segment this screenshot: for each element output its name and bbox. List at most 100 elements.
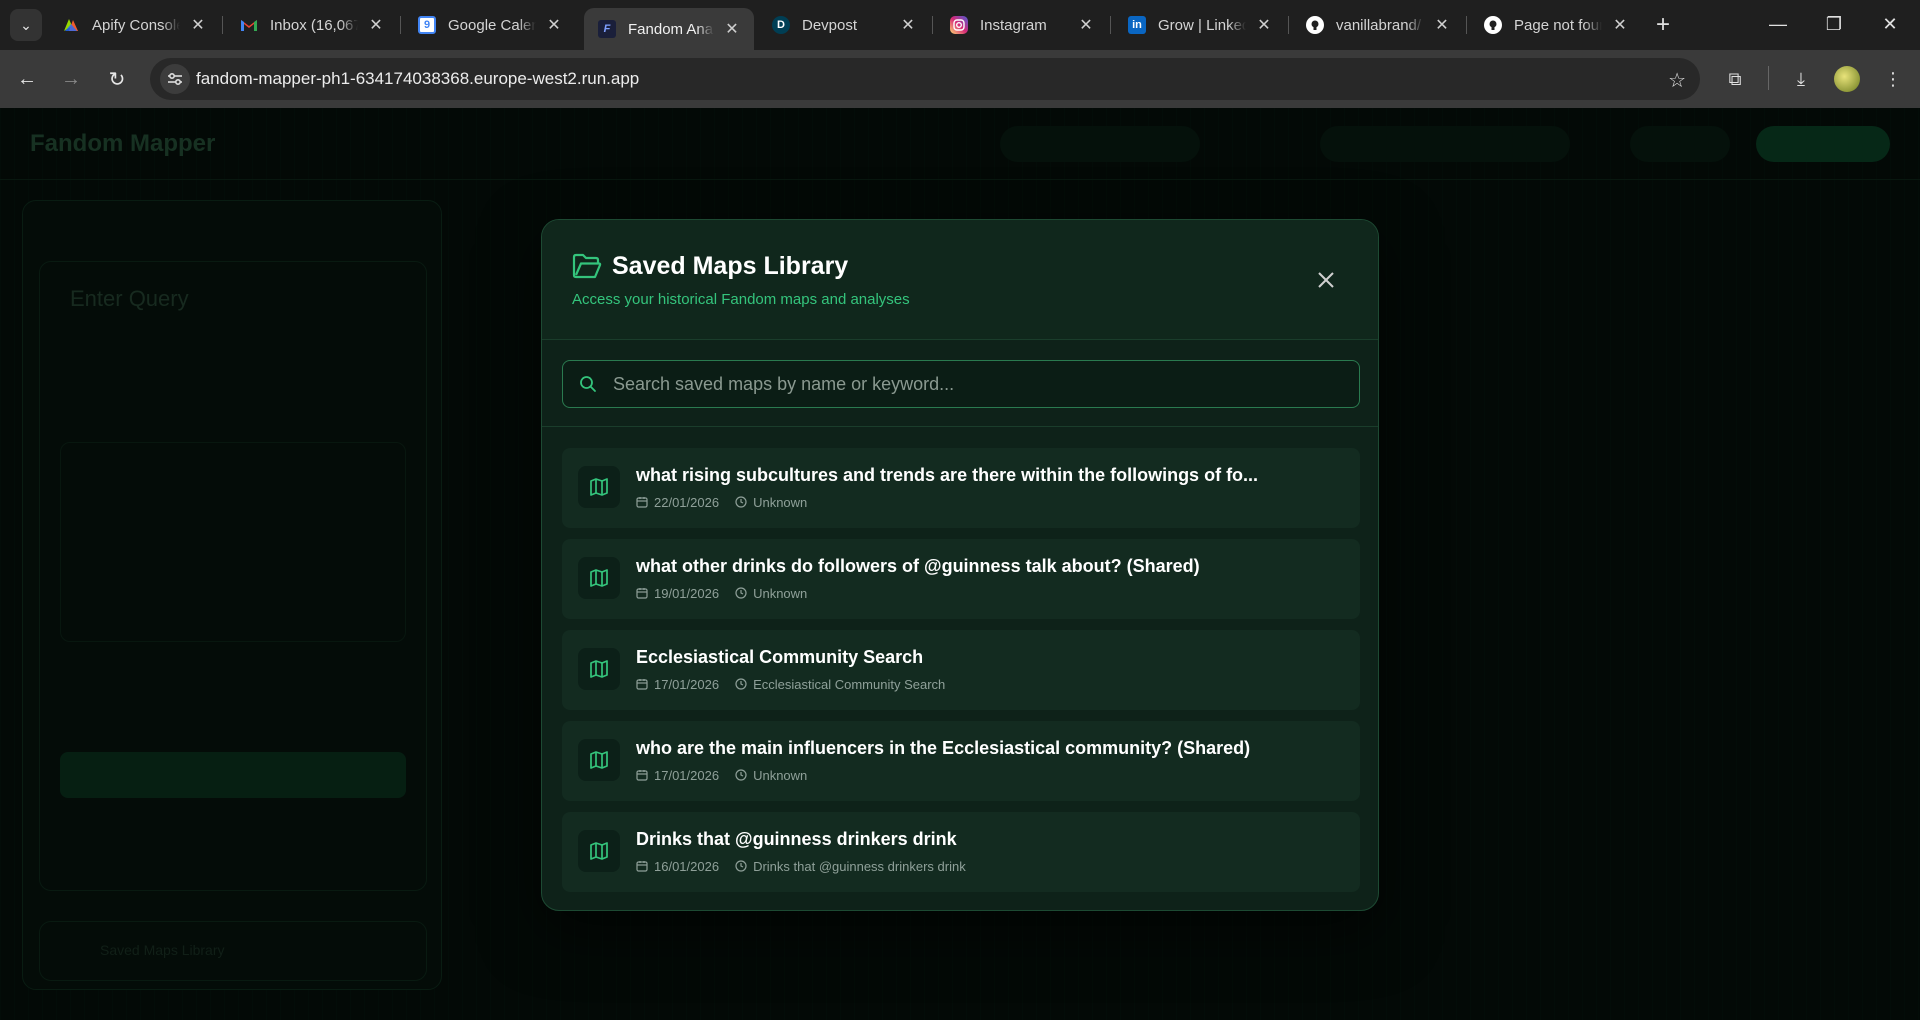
calendar-icon	[636, 770, 648, 781]
github-icon	[1484, 16, 1502, 34]
item-source: Ecclesiastical Community Search	[753, 676, 946, 692]
item-date: 22/01/2026	[654, 494, 720, 510]
tab-title: Apify Console	[92, 16, 180, 34]
tab-github-repo[interactable]: vanillabrand/ ✕	[1292, 8, 1464, 42]
chevron-down-icon: ⌄	[20, 16, 32, 33]
modal-title: Saved Maps Library	[612, 252, 849, 280]
close-modal-button[interactable]	[1314, 268, 1338, 292]
item-title: who are the main influencers in the Eccl…	[636, 738, 1251, 758]
tab-calendar[interactable]: 9 Google Calendar ✕	[404, 8, 576, 42]
arrow-right-icon: →	[61, 67, 81, 90]
tab-apify[interactable]: Apify Console ✕	[48, 8, 220, 42]
clock-icon	[735, 678, 747, 690]
tab-title: Instagram	[980, 16, 1047, 34]
close-icon: ✕	[1882, 13, 1898, 34]
clock-icon	[735, 860, 747, 872]
close-icon[interactable]: ✕	[1610, 15, 1630, 35]
github-icon	[1306, 16, 1324, 34]
close-icon[interactable]: ✕	[366, 15, 386, 35]
list-divider	[542, 426, 1378, 427]
plus-icon: +	[1655, 11, 1670, 38]
list-item[interactable]: what other drinks do followers of @guinn…	[562, 539, 1360, 619]
item-title: Drinks that @guinness drinkers drink	[636, 829, 957, 849]
list-item[interactable]: what rising subcultures and trends are t…	[562, 448, 1360, 528]
browser-tabstrip: ⌄ Apify Console ✕ Inbox (16,067) ✕ 9 Goo…	[0, 0, 1920, 50]
search-input[interactable]	[613, 361, 1343, 407]
item-date: 19/01/2026	[654, 585, 720, 601]
close-icon[interactable]: ✕	[188, 15, 208, 35]
modal-header: Saved Maps Library Access your historica…	[542, 220, 1378, 340]
close-window-button[interactable]: ✕	[1862, 0, 1918, 48]
puzzle-icon: ⧉	[1728, 68, 1742, 89]
tune-icon	[168, 72, 182, 86]
linkedin-icon: in	[1128, 16, 1146, 34]
item-meta: 17/01/2026 Unknown	[636, 767, 807, 783]
extensions-button[interactable]: ⧉	[1720, 64, 1750, 94]
map-icon	[578, 466, 620, 508]
tab-instagram[interactable]: Instagram ✕	[936, 8, 1108, 42]
list-item[interactable]: Drinks that @guinness drinkers drink 16/…	[562, 812, 1360, 892]
profile-avatar[interactable]	[1834, 66, 1860, 92]
tab-gmail[interactable]: Inbox (16,067) ✕	[226, 8, 398, 42]
search-icon	[580, 376, 596, 392]
tab-fandom-analyst[interactable]: F Fandom Analyst ✕	[584, 8, 754, 50]
clock-icon	[735, 496, 747, 508]
calendar-icon	[636, 679, 648, 690]
close-icon[interactable]: ✕	[544, 15, 564, 35]
toolbar-divider	[1768, 66, 1769, 90]
fandom-icon: F	[598, 20, 616, 38]
item-title: what rising subcultures and trends are t…	[636, 465, 1259, 485]
kebab-menu-icon: ⋮	[1884, 68, 1902, 89]
tab-title: Fandom Analyst	[628, 20, 714, 38]
close-icon[interactable]: ✕	[1254, 15, 1274, 35]
calendar-icon	[636, 861, 648, 872]
site-info-button[interactable]	[160, 64, 190, 94]
search-box[interactable]	[562, 360, 1360, 408]
item-source: Unknown	[753, 585, 808, 601]
list-item[interactable]: who are the main influencers in the Eccl…	[562, 721, 1360, 801]
menu-button[interactable]: ⋮	[1878, 64, 1908, 94]
item-title: what other drinks do followers of @guinn…	[636, 556, 1200, 576]
item-source: Unknown	[753, 494, 808, 510]
url-text[interactable]: fandom-mapper-ph1-634174038368.europe-we…	[196, 69, 639, 89]
restore-button[interactable]: ❐	[1806, 0, 1862, 48]
item-source: Drinks that @guinness drinkers drink	[753, 858, 966, 874]
item-meta: 16/01/2026 Drinks that @guinness drinker…	[636, 858, 966, 874]
item-title: Ecclesiastical Community Search	[636, 647, 924, 667]
address-bar[interactable]: fandom-mapper-ph1-634174038368.europe-we…	[150, 58, 1700, 100]
close-icon[interactable]: ✕	[722, 19, 742, 39]
forward-button[interactable]: →	[56, 64, 86, 94]
close-icon[interactable]: ✕	[1432, 15, 1452, 35]
tab-title: Grow | LinkedIn	[1158, 16, 1246, 34]
modal-subtitle: Access your historical Fandom maps and a…	[572, 291, 910, 308]
new-tab-button[interactable]: +	[1650, 11, 1676, 38]
minimize-button[interactable]: —	[1750, 0, 1806, 48]
tab-github-404[interactable]: Page not found ✕	[1470, 8, 1642, 42]
arrow-left-icon: ←	[17, 67, 37, 90]
calendar-icon	[636, 588, 648, 599]
calendar-icon: 9	[418, 16, 436, 34]
tab-search-button[interactable]: ⌄	[10, 9, 42, 41]
close-icon[interactable]: ✕	[898, 15, 918, 35]
close-icon[interactable]: ✕	[1076, 15, 1096, 35]
map-icon	[578, 648, 620, 690]
item-date: 17/01/2026	[654, 767, 720, 783]
apify-icon	[62, 16, 80, 34]
tab-title: Google Calendar	[448, 16, 536, 34]
item-meta: 17/01/2026 Ecclesiastical Community Sear…	[636, 676, 945, 692]
restore-icon: ❐	[1825, 13, 1843, 34]
tab-title: vanillabrand/	[1336, 16, 1422, 34]
downloads-button[interactable]: ⤓	[1786, 64, 1816, 94]
clock-icon	[735, 587, 747, 599]
map-icon	[578, 830, 620, 872]
list-item[interactable]: Ecclesiastical Community Search 17/01/20…	[562, 630, 1360, 710]
tab-title: Page not found	[1514, 16, 1602, 34]
back-button[interactable]: ←	[12, 64, 42, 94]
tab-devpost[interactable]: D Devpost ✕	[758, 8, 930, 42]
tab-linkedin[interactable]: in Grow | LinkedIn ✕	[1114, 8, 1286, 42]
item-meta: 22/01/2026 Unknown	[636, 494, 807, 510]
item-meta: 19/01/2026 Unknown	[636, 585, 807, 601]
reload-button[interactable]: ↻	[102, 64, 132, 94]
bookmark-star-icon[interactable]: ☆	[1668, 68, 1686, 93]
browser-toolbar: ← → ↻ fandom-mapper-ph1-634174038368.eur…	[0, 50, 1920, 108]
